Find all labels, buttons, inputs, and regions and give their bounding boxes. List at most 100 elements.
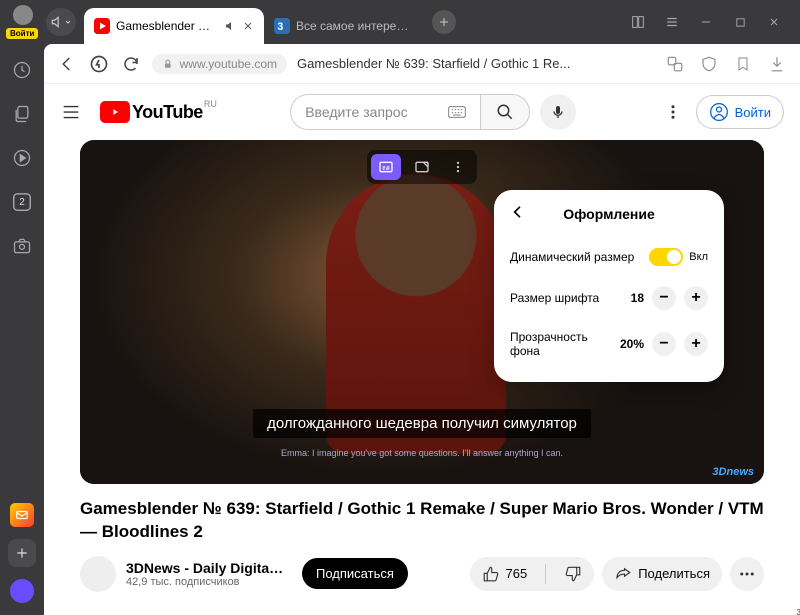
- minimize-icon: [700, 16, 712, 28]
- translate-button[interactable]: [664, 53, 686, 75]
- envelope-icon: [15, 508, 29, 522]
- chevron-down-icon: [64, 18, 72, 26]
- home-button[interactable]: [88, 53, 110, 75]
- youtube-play-icon: [100, 101, 130, 123]
- youtube-region: RU: [204, 99, 217, 109]
- reload-button[interactable]: [120, 53, 142, 75]
- new-tab-button[interactable]: [432, 10, 456, 34]
- address-bar: www.youtube.com Gamesblender № 639: Star…: [44, 44, 800, 84]
- url-field[interactable]: www.youtube.com: [152, 54, 287, 74]
- search-placeholder: Введите запрос: [305, 104, 407, 120]
- pip-button[interactable]: [407, 154, 437, 180]
- copy-icon: [12, 104, 32, 124]
- video-metadata: Gamesblender № 639: Starfield / Gothic 1…: [80, 498, 764, 592]
- clock-icon: [12, 60, 32, 80]
- bg-opacity-decrease-button[interactable]: −: [652, 332, 676, 356]
- yandex-icon: [89, 54, 109, 74]
- more-actions-button[interactable]: [730, 557, 764, 591]
- tab-title: Gamesblender № 63: [116, 19, 218, 33]
- window-controls: [630, 14, 794, 30]
- back-button[interactable]: [56, 53, 78, 75]
- share-button[interactable]: Поделиться: [602, 557, 722, 591]
- font-size-decrease-button[interactable]: −: [652, 286, 676, 310]
- signin-button[interactable]: Войти: [696, 95, 784, 129]
- like-button[interactable]: 765: [470, 557, 540, 591]
- reader-button[interactable]: [630, 14, 646, 30]
- bookmark-button[interactable]: [732, 53, 754, 75]
- profile-avatar-icon: [13, 5, 33, 25]
- search-input[interactable]: Введите запрос: [290, 94, 480, 130]
- page-content: www.youtube.com Gamesblender № 639: Star…: [44, 44, 800, 615]
- dynamic-size-label: Динамический размер: [510, 250, 634, 264]
- browser-titlebar: Войти Gamesblender № 63 3 Все самое инте…: [0, 0, 800, 44]
- youtube-search: Введите запрос: [290, 94, 530, 130]
- dislike-button[interactable]: [552, 557, 594, 591]
- protect-button[interactable]: 3: [698, 53, 720, 75]
- speaker-icon: [50, 15, 64, 29]
- arrow-left-icon: [58, 55, 76, 73]
- share-label: Поделиться: [638, 566, 710, 581]
- bookmark-icon: [735, 56, 751, 72]
- sound-button[interactable]: [46, 8, 76, 36]
- audio-playing-icon[interactable]: [224, 20, 236, 32]
- lock-icon: [162, 58, 174, 70]
- plus-icon: [438, 16, 450, 28]
- captions-settings-popup: Оформление Динамический размер Вкл Разме…: [494, 190, 724, 382]
- voice-search-button[interactable]: [540, 94, 576, 130]
- keyboard-icon: [448, 106, 466, 118]
- add-panel-button[interactable]: [8, 539, 36, 567]
- tab-inactive[interactable]: 3 Все самое интересное и...: [264, 8, 424, 44]
- page-title: Gamesblender № 639: Starfield / Gothic 1…: [297, 56, 654, 71]
- alice-button[interactable]: [10, 579, 34, 603]
- search-button[interactable]: [480, 94, 530, 130]
- toggle-state-label: Вкл: [689, 251, 708, 263]
- downloads-counter[interactable]: 2: [8, 188, 36, 216]
- bg-opacity-label: Прозрачность фона: [510, 330, 616, 358]
- hamburger-icon: [60, 101, 82, 123]
- captions-icon: [378, 159, 394, 175]
- bg-opacity-increase-button[interactable]: +: [684, 332, 708, 356]
- channel-name[interactable]: 3DNews - Daily Digital Di...: [126, 560, 286, 576]
- history-button[interactable]: [8, 56, 36, 84]
- screenshot-button[interactable]: [8, 232, 36, 260]
- channel-subscribers: 42,9 тыс. подписчиков: [126, 576, 286, 588]
- close-icon[interactable]: [242, 20, 254, 32]
- browser-sidebar: 2: [0, 44, 44, 615]
- youtube-logo[interactable]: YouTube RU: [100, 101, 203, 123]
- bg-opacity-value: 20%: [616, 337, 644, 351]
- close-window-button[interactable]: [766, 14, 782, 30]
- book-icon: [630, 14, 646, 30]
- collections-button[interactable]: [8, 100, 36, 128]
- popup-back-button[interactable]: [510, 204, 530, 224]
- hamburger-icon: [665, 15, 679, 29]
- downloads-button[interactable]: [766, 53, 788, 75]
- mail-button[interactable]: [10, 503, 34, 527]
- pip-icon: [414, 159, 430, 175]
- video-player[interactable]: Оформление Динамический размер Вкл Разме…: [80, 140, 764, 484]
- captions-toggle-button[interactable]: [371, 154, 401, 180]
- menu-button[interactable]: [664, 14, 680, 30]
- youtube-settings-button[interactable]: [664, 103, 682, 121]
- channel-avatar[interactable]: [80, 556, 116, 592]
- subscribe-button[interactable]: Подписаться: [302, 558, 408, 589]
- youtube-menu-button[interactable]: [60, 101, 82, 123]
- like-count: 765: [506, 566, 528, 581]
- dynamic-size-toggle[interactable]: [649, 248, 683, 266]
- player-menu-button[interactable]: [443, 154, 473, 180]
- close-icon: [768, 16, 780, 28]
- tab-active[interactable]: Gamesblender № 63: [84, 8, 264, 44]
- video-button[interactable]: [8, 144, 36, 172]
- maximize-icon: [735, 17, 746, 28]
- profile-badge[interactable]: Войти: [6, 5, 40, 39]
- download-icon: [768, 55, 786, 73]
- ellipsis-icon: [738, 565, 756, 583]
- video-title: Gamesblender № 639: Starfield / Gothic 1…: [80, 498, 764, 544]
- youtube-logo-text: YouTube: [132, 102, 203, 123]
- search-icon: [496, 103, 514, 121]
- minimize-button[interactable]: [698, 14, 714, 30]
- pill-divider: [545, 564, 546, 584]
- tab-title: Все самое интересное и...: [296, 19, 414, 33]
- maximize-button[interactable]: [732, 14, 748, 30]
- like-dislike-pill: 765: [470, 557, 595, 591]
- font-size-increase-button[interactable]: +: [684, 286, 708, 310]
